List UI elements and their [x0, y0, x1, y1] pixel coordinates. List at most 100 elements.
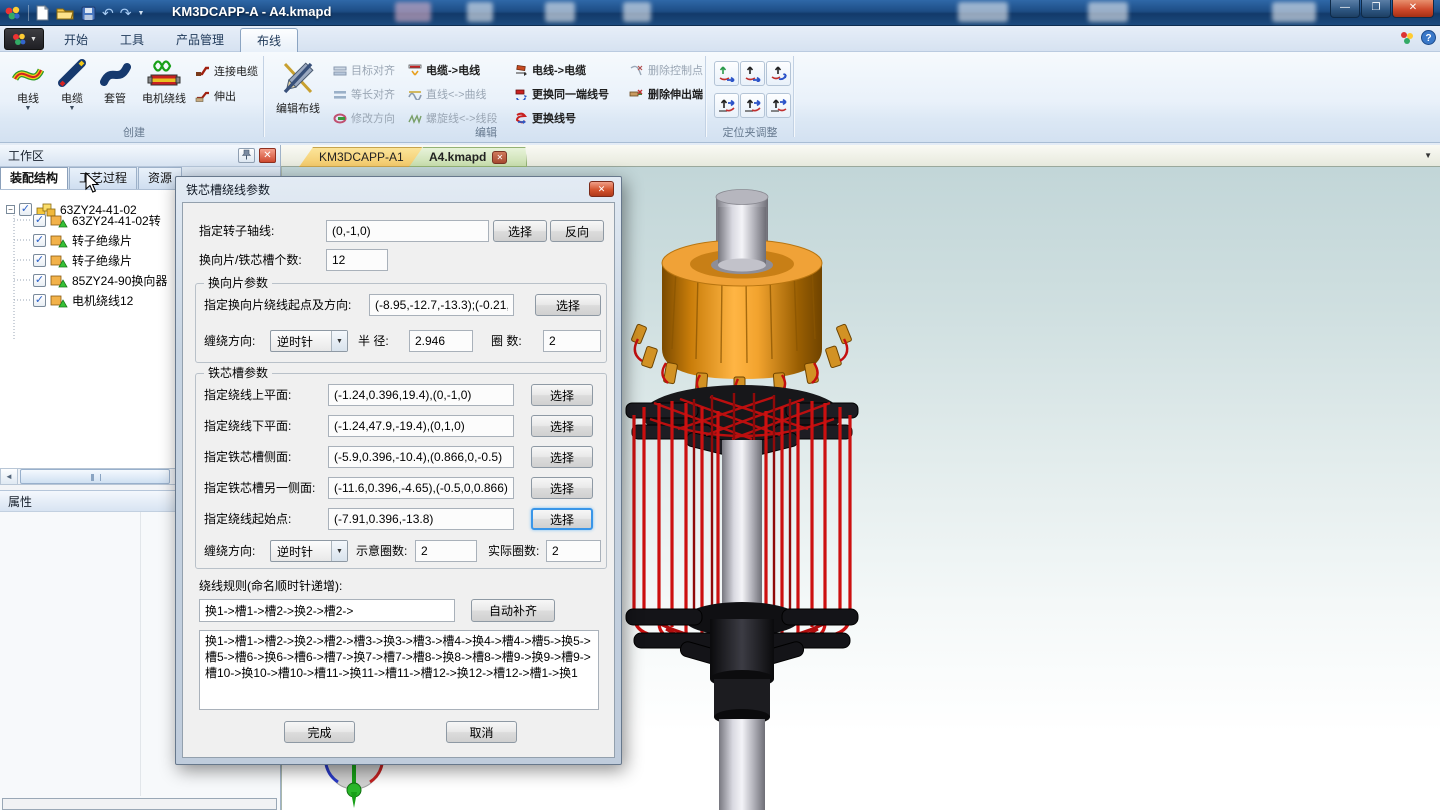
wire-dropdown-icon[interactable]: ▼	[25, 106, 32, 111]
collapse-icon[interactable]: −	[6, 205, 15, 214]
tree-item[interactable]: ✓ 85ZY24-90换向器	[33, 271, 167, 290]
panel-close-icon[interactable]: ✕	[259, 148, 276, 163]
cable-button[interactable]: 电缆 ▼	[50, 54, 94, 111]
start-point-select-button[interactable]: 选择	[531, 508, 593, 530]
rule-input[interactable]	[199, 599, 455, 622]
connect-cable-button[interactable]: 连接电缆	[192, 60, 261, 82]
edit-routing-button[interactable]: 编辑布线	[272, 54, 324, 116]
tree-item[interactable]: ✓ 电机绕线12	[33, 291, 133, 310]
equal-length-align-button[interactable]: 等长对齐	[330, 83, 398, 105]
commutator-start-input[interactable]	[369, 294, 514, 316]
maximize-button[interactable]: ❐	[1361, 0, 1391, 18]
axis-input[interactable]	[326, 220, 489, 242]
extend-icon	[195, 90, 210, 102]
document-tab-km3dcapp[interactable]: KM3DCAPP-A1	[299, 147, 424, 167]
axis-select-button[interactable]: 选择	[493, 220, 547, 242]
undo-icon[interactable]: ↶	[102, 5, 114, 22]
delete-control-point-button[interactable]: 删除控制点	[626, 59, 706, 81]
checkbox-checked[interactable]: ✓	[33, 294, 46, 307]
wind-direction-dropdown-2[interactable]: 逆时针 ▼	[270, 540, 348, 562]
cable-to-wire-button[interactable]: 电缆->电线	[405, 59, 483, 81]
wire-to-cable-button[interactable]: 电线->电缆	[511, 59, 589, 81]
cable-dropdown-icon[interactable]: ▼	[69, 106, 76, 111]
segment-count-input[interactable]	[326, 249, 388, 271]
dropdown-arrow-icon[interactable]: ▼	[331, 541, 347, 561]
part-icon	[50, 214, 68, 228]
commutator-start-select-button[interactable]: 选择	[535, 294, 601, 316]
scroll-left-icon[interactable]: ◄	[1, 469, 18, 484]
new-file-icon[interactable]	[35, 5, 50, 21]
lower-plane-input[interactable]	[328, 415, 514, 437]
tree-item[interactable]: ✓ 63ZY24-41-02转	[33, 211, 161, 230]
ribbon-tab-product[interactable]: 产品管理	[160, 28, 240, 52]
help-icon[interactable]: ?	[1421, 30, 1436, 45]
ribbon-tab-start[interactable]: 开始	[48, 28, 104, 52]
clamp-adjust-button-2[interactable]	[740, 61, 765, 86]
motor-winding-button[interactable]: 电机绕线	[136, 54, 192, 111]
scrollbar-thumb[interactable]	[20, 469, 170, 484]
document-close-icon[interactable]: ✕	[492, 151, 507, 164]
finish-button[interactable]: 完成	[284, 721, 355, 743]
wire-button[interactable]: 电线 ▼	[6, 54, 50, 111]
save-icon[interactable]	[81, 6, 96, 21]
modify-direction-icon	[333, 113, 347, 124]
start-point-input[interactable]	[328, 508, 514, 530]
tree-item[interactable]: ✓ 转子绝缘片	[33, 231, 132, 250]
motor-winding-icon	[146, 58, 182, 88]
side-face-input[interactable]	[328, 446, 514, 468]
qat-dropdown-icon[interactable]: ▼	[137, 10, 144, 17]
ribbon-tab-routing[interactable]: 布线	[240, 28, 298, 52]
tab-assembly-structure[interactable]: 装配结构	[0, 167, 68, 189]
application-menu-button[interactable]: ▼	[4, 28, 44, 50]
rule-sequence-textarea[interactable]: 换1->槽1->槽2->换2->槽2->槽3->换3->槽3->槽4->换4->…	[199, 630, 599, 710]
tree-item[interactable]: ✓ 转子绝缘片	[33, 251, 132, 270]
axis-reverse-button[interactable]: 反向	[550, 220, 604, 242]
clamp-adjust-button-5[interactable]	[740, 93, 765, 118]
extend-button[interactable]: 伸出	[192, 85, 239, 107]
delete-extend-end-button[interactable]: 删除伸出端	[626, 83, 706, 105]
target-align-button[interactable]: 目标对齐	[330, 59, 398, 81]
checkbox-checked[interactable]: ✓	[33, 234, 46, 247]
redo-icon[interactable]: ↷	[120, 5, 132, 22]
open-folder-icon[interactable]	[56, 6, 75, 21]
autofill-button[interactable]: 自动补齐	[471, 599, 555, 622]
upper-plane-input[interactable]	[328, 384, 514, 406]
line-curve-button[interactable]: 直线<->曲线	[405, 83, 490, 105]
dropdown-arrow-icon[interactable]: ▼	[331, 331, 347, 351]
upper-plane-select-button[interactable]: 选择	[531, 384, 593, 406]
demo-turns-input[interactable]	[415, 540, 477, 562]
clamp-adjust-button-3[interactable]	[766, 61, 791, 86]
wind-direction-dropdown-1[interactable]: 逆时针 ▼	[270, 330, 348, 352]
clamp-adjust-button-1[interactable]	[714, 61, 739, 86]
side-face-select-button[interactable]: 选择	[531, 446, 593, 468]
document-tab-bar: KM3DCAPP-A1 A4.kmapd ✕ ▼	[281, 145, 1440, 167]
sleeve-button[interactable]: 套管	[94, 54, 136, 111]
checkbox-checked[interactable]: ✓	[19, 203, 32, 216]
document-tab-a4[interactable]: A4.kmapd ✕	[409, 147, 527, 167]
dialog-close-button[interactable]: ✕	[589, 181, 614, 197]
taskbar-ghost	[1272, 2, 1316, 22]
tab-list-dropdown-icon[interactable]: ▼	[1424, 151, 1432, 160]
other-side-face-select-button[interactable]: 选择	[531, 477, 593, 499]
checkbox-checked[interactable]: ✓	[33, 274, 46, 287]
ribbon-tab-tools[interactable]: 工具	[104, 28, 160, 52]
axis-label: 指定转子轴线:	[199, 220, 274, 242]
clamp-adjust-icon	[769, 65, 788, 82]
tab-process[interactable]: 工艺过程	[69, 167, 137, 189]
turns-input[interactable]	[543, 330, 601, 352]
lower-plane-select-button[interactable]: 选择	[531, 415, 593, 437]
checkbox-checked[interactable]: ✓	[33, 254, 46, 267]
actual-turns-input[interactable]	[546, 540, 601, 562]
checkbox-checked[interactable]: ✓	[33, 214, 46, 227]
close-button[interactable]: ✕	[1392, 0, 1434, 18]
cancel-button[interactable]: 取消	[446, 721, 517, 743]
radius-input[interactable]	[409, 330, 473, 352]
pin-icon[interactable]	[238, 148, 255, 163]
minimize-button[interactable]: —	[1330, 0, 1360, 18]
title-bar: ↶ ↷ ▼ KM3DCAPP-A - A4.kmapd — ❐ ✕	[0, 0, 1440, 26]
other-side-face-input[interactable]	[328, 477, 514, 499]
change-same-end-number-button[interactable]: 更换同一端线号	[511, 83, 612, 105]
style-icon[interactable]	[1399, 30, 1415, 45]
clamp-adjust-button-4[interactable]	[714, 93, 739, 118]
clamp-adjust-button-6[interactable]	[766, 93, 791, 118]
